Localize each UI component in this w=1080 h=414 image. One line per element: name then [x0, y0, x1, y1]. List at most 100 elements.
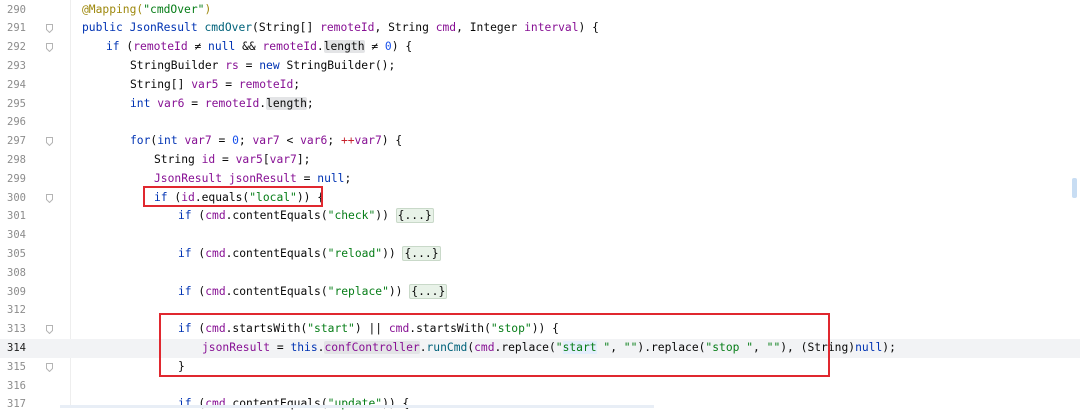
code-token: StringBuilder(); — [286, 58, 396, 72]
code-token: ≠ — [194, 40, 209, 54]
code-line[interactable]: 291 public JsonResult cmdOver(String[] re… — [0, 19, 1080, 38]
code-token: = — [191, 96, 205, 110]
code-token: if — [106, 40, 127, 54]
code-token: ) { — [381, 134, 403, 148]
code-token: for — [130, 134, 151, 148]
code-line[interactable]: 297 for(int var7 = 0; var7 < var6; ++var7… — [0, 132, 1080, 151]
fold-marker-icon[interactable] — [46, 137, 53, 147]
code-token: cmdOver — [204, 21, 253, 35]
code-text[interactable]: public JsonResult cmdOver(String[] remot… — [82, 19, 599, 38]
line-number[interactable]: 298 — [0, 151, 26, 170]
code-line[interactable]: 296 — [0, 113, 1080, 132]
line-number[interactable]: 312 — [0, 301, 26, 320]
folded-code-block[interactable]: {...} — [402, 245, 441, 261]
code-line[interactable]: 292 if (remoteId ≠ null && remoteId.lengt… — [0, 38, 1080, 57]
code-token: ; — [238, 134, 253, 148]
code-token: ); — [882, 340, 896, 354]
fold-marker-icon[interactable] — [46, 193, 53, 203]
code-line[interactable]: 308 — [0, 264, 1080, 283]
line-number[interactable]: 315 — [0, 358, 26, 377]
code-token: ) { — [391, 40, 413, 54]
code-line[interactable]: 305 if (cmd.contentEquals("reload")) {...… — [0, 245, 1080, 264]
code-line[interactable]: 290 @Mapping("cmdOver") — [0, 1, 1080, 20]
code-token: ]; — [296, 152, 311, 166]
code-text[interactable]: String[] var5 = remoteId; — [130, 76, 300, 95]
code-token: , String — [374, 21, 436, 35]
code-token: = — [303, 171, 318, 185]
line-number[interactable]: 294 — [0, 76, 26, 95]
line-number[interactable]: 313 — [0, 320, 26, 339]
code-text[interactable]: int var6 = remoteId.length; — [130, 95, 314, 114]
code-line[interactable]: 293 StringBuilder rs = new StringBuilder(… — [0, 57, 1080, 76]
code-token: ; — [306, 96, 314, 110]
code-line[interactable]: 316 — [0, 377, 1080, 396]
code-line[interactable]: 309 if (cmd.contentEquals("replace")) {..… — [0, 283, 1080, 302]
code-token: "replace" — [327, 284, 389, 298]
line-number[interactable]: 316 — [0, 377, 26, 396]
fold-marker-icon[interactable] — [46, 325, 53, 335]
code-token: )) { — [382, 397, 410, 411]
line-number[interactable]: 314 — [0, 339, 26, 358]
code-text[interactable]: for(int var7 = 0; var7 < var6; ++var7) { — [130, 132, 402, 151]
code-token: var7 — [354, 134, 382, 148]
code-token: @Mapping( — [82, 2, 144, 16]
line-number[interactable]: 296 — [0, 113, 26, 132]
code-token: "reload" — [327, 246, 383, 260]
fold-marker-icon[interactable] — [46, 362, 53, 372]
code-token: ++ — [340, 134, 355, 148]
code-token: ; — [293, 77, 301, 91]
code-token: cmd — [435, 21, 457, 35]
code-token: .contentEquals( — [225, 246, 328, 260]
line-number[interactable]: 317 — [0, 395, 26, 414]
code-token: = — [218, 134, 233, 148]
code-token: ) — [204, 2, 212, 16]
fold-marker-icon[interactable] — [46, 24, 53, 34]
line-number[interactable]: 291 — [0, 19, 26, 38]
code-text[interactable]: @Mapping("cmdOver") — [82, 1, 211, 20]
code-line[interactable]: 294 String[] var5 = remoteId; — [0, 76, 1080, 95]
code-text[interactable]: StringBuilder rs = new StringBuilder(); — [130, 57, 395, 76]
code-token: (String[] — [252, 21, 321, 35]
code-token: if — [178, 284, 199, 298]
vertical-scrollbar-thumb[interactable] — [1072, 178, 1077, 198]
fold-marker-icon[interactable] — [46, 43, 53, 53]
code-line[interactable]: 298 String id = var5[var7]; — [0, 151, 1080, 170]
code-token: cmd — [205, 209, 226, 223]
code-text[interactable]: if (cmd.contentEquals("replace")) {...} — [178, 283, 448, 302]
code-line[interactable]: 304 — [0, 226, 1080, 245]
code-token: null — [317, 171, 345, 185]
code-token: ) { — [578, 21, 599, 35]
line-number[interactable]: 309 — [0, 283, 26, 302]
line-number[interactable]: 300 — [0, 189, 26, 208]
line-number[interactable]: 304 — [0, 226, 26, 245]
code-token: null — [208, 40, 243, 54]
code-text[interactable]: String id = var5[var7]; — [154, 151, 310, 170]
highlight-box-if-local — [143, 186, 323, 207]
code-token: )) — [382, 246, 403, 260]
code-token: var6 — [157, 96, 192, 110]
line-number[interactable]: 295 — [0, 95, 26, 114]
code-token: [ — [262, 152, 270, 166]
code-text[interactable]: if (cmd.contentEquals("reload")) {...} — [178, 245, 441, 264]
line-number[interactable]: 292 — [0, 38, 26, 57]
line-number[interactable]: 293 — [0, 57, 26, 76]
line-number[interactable]: 290 — [0, 1, 26, 20]
code-text[interactable]: if (remoteId ≠ null && remoteId.length ≠… — [106, 38, 412, 57]
code-token: var5 — [191, 77, 226, 91]
line-number[interactable]: 308 — [0, 264, 26, 283]
line-number[interactable]: 305 — [0, 245, 26, 264]
code-token: "update" — [327, 397, 383, 411]
code-token: ; — [344, 171, 352, 185]
code-line[interactable]: 301 if (cmd.contentEquals("check")) {...} — [0, 207, 1080, 226]
line-number[interactable]: 301 — [0, 207, 26, 226]
code-token: var6 — [300, 134, 328, 148]
code-token: int — [157, 134, 185, 148]
code-token: var5 — [235, 152, 263, 166]
code-token: remoteId — [262, 40, 317, 54]
code-text[interactable]: if (cmd.contentEquals("check")) {...} — [178, 207, 434, 226]
line-number[interactable]: 297 — [0, 132, 26, 151]
folded-code-block[interactable]: {...} — [395, 208, 434, 224]
line-number[interactable]: 299 — [0, 170, 26, 189]
code-line[interactable]: 295 int var6 = remoteId.length; — [0, 95, 1080, 114]
folded-code-block[interactable]: {...} — [409, 283, 448, 299]
